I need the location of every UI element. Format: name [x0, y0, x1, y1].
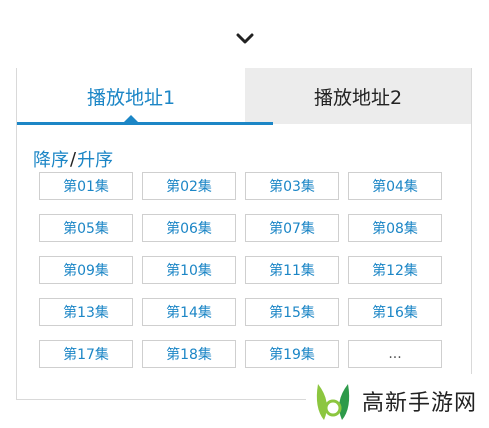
watermark-text: 高新手游网 [362, 391, 478, 416]
episode-button[interactable]: 第19集 [245, 340, 339, 368]
episode-button[interactable]: 第16集 [348, 298, 442, 326]
chevron-down-icon[interactable] [234, 31, 256, 47]
episode-button[interactable]: 第12集 [348, 256, 442, 284]
episode-button[interactable]: 第17集 [39, 340, 133, 368]
episode-grid: 第01集 第02集 第03集 第04集 第05集 第06集 第07集 第08集 … [39, 172, 442, 368]
watermark-logo-icon [316, 384, 350, 420]
episode-button[interactable]: 第11集 [245, 256, 339, 284]
active-tab-underline [17, 122, 273, 125]
playlist-panel: 播放地址1 播放地址2 降序 / 升序 第01集 第02集 第03集 第04集 … [16, 68, 472, 400]
active-tab-pointer-icon [123, 115, 139, 123]
episode-button[interactable]: 第18集 [142, 340, 236, 368]
episode-button[interactable]: 第08集 [348, 214, 442, 242]
episode-button[interactable]: 第02集 [142, 172, 236, 200]
episode-button[interactable]: 第14集 [142, 298, 236, 326]
sort-controls: 降序 / 升序 [33, 146, 113, 172]
episode-button[interactable]: 第01集 [39, 172, 133, 200]
sort-separator: / [70, 148, 77, 170]
sort-asc-link[interactable]: 升序 [77, 146, 113, 172]
episode-button[interactable]: 第07集 [245, 214, 339, 242]
episode-button[interactable]: 第04集 [348, 172, 442, 200]
source-tabs: 播放地址1 播放地址2 [17, 68, 471, 125]
episode-button[interactable]: 第06集 [142, 214, 236, 242]
more-episodes-button[interactable]: ... [348, 340, 442, 368]
sort-desc-link[interactable]: 降序 [33, 146, 69, 172]
episode-button[interactable]: 第10集 [142, 256, 236, 284]
episode-button[interactable]: 第03集 [245, 172, 339, 200]
episode-button[interactable]: 第09集 [39, 256, 133, 284]
site-watermark: 高新手游网 [306, 374, 489, 428]
tab-source-2[interactable]: 播放地址2 [245, 68, 471, 124]
episode-button[interactable]: 第13集 [39, 298, 133, 326]
episode-button[interactable]: 第05集 [39, 214, 133, 242]
episode-button[interactable]: 第15集 [245, 298, 339, 326]
